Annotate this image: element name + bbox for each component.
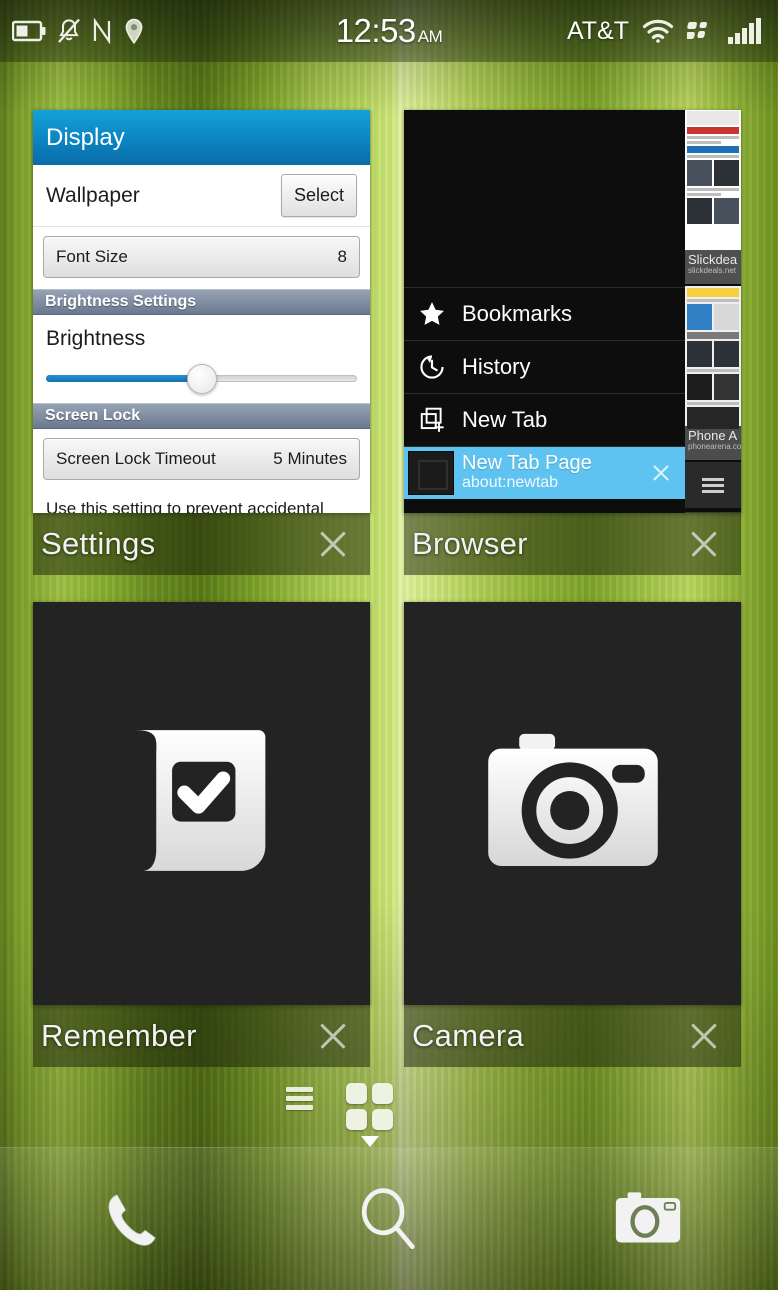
font-size-label: Font Size: [56, 247, 128, 266]
brightness-label: Brightness: [46, 327, 146, 350]
settings-header-title: Display: [46, 123, 125, 151]
browser-strip-menu-button[interactable]: [685, 462, 741, 510]
font-size-value: 8: [337, 247, 347, 266]
thumbnail-caption: Phone A phonearena.com: [685, 426, 741, 460]
brightness-section-label: Brightness Settings: [45, 293, 197, 310]
new-tab-icon: [418, 406, 446, 434]
active-frame-camera[interactable]: Camera: [404, 602, 741, 1067]
camera-frame-preview[interactable]: [404, 602, 741, 1005]
thumbnail-subtitle: phonearena.com: [688, 441, 741, 451]
status-bar: 12:53 AM AT&T: [0, 0, 778, 62]
clock-ampm: AM: [417, 27, 443, 46]
browser-menu-item-new-tab[interactable]: New Tab: [404, 394, 685, 447]
signal-bars-icon: [728, 18, 762, 44]
browser-menu-panel: Bookmarks History New Tab New Tab Page a…: [404, 110, 685, 513]
thumbnail-title: Slickdea: [688, 252, 738, 267]
history-icon: [418, 353, 446, 381]
browser-menu-label: History: [462, 354, 531, 379]
thumbnail-caption: Slickdea slickdeals.net: [685, 250, 741, 284]
active-frame-remember[interactable]: Remember: [33, 602, 370, 1067]
mute-bell-icon: [57, 18, 81, 44]
screen-lock-help-text: Use this setting to prevent accidental t…: [46, 499, 324, 513]
browser-menu-item-history[interactable]: History: [404, 341, 685, 394]
browser-blank-area: [404, 110, 685, 288]
camera-icon: [482, 729, 664, 879]
wallpaper-label: Wallpaper: [46, 183, 140, 207]
remember-frame-preview[interactable]: [33, 602, 370, 1005]
battery-icon: [12, 20, 46, 42]
tab-thumbnail: [408, 451, 454, 495]
pager-active-frames-icon[interactable]: [346, 1083, 393, 1147]
search-icon: [354, 1184, 424, 1254]
browser-menu-label: New Tab: [462, 407, 548, 432]
close-camera-frame-button[interactable]: [687, 1019, 721, 1053]
phone-icon: [97, 1186, 163, 1252]
wifi-icon: [642, 19, 674, 43]
settings-frame-title: Settings: [41, 526, 156, 561]
select-wallpaper-button[interactable]: Select: [280, 174, 357, 217]
star-icon: [418, 300, 446, 328]
camera-frame-title: Camera: [412, 1018, 525, 1053]
settings-content: Wallpaper Select Font Size 8 Brightness …: [33, 165, 370, 513]
font-size-field[interactable]: Font Size 8: [43, 236, 360, 278]
brightness-section-header: Brightness Settings: [33, 289, 370, 315]
settings-frame-preview[interactable]: Display Wallpaper Select Font Size 8 Bri…: [33, 110, 370, 513]
remember-frame-label-bar: Remember: [33, 1005, 370, 1067]
thumbnail-subtitle: slickdeals.net: [688, 265, 737, 275]
dock-phone-button[interactable]: [70, 1164, 190, 1274]
screen-lock-label: Screen Lock Timeout: [56, 449, 216, 468]
settings-header: Display: [33, 110, 370, 165]
browser-menu-label: Bookmarks: [462, 301, 573, 326]
brightness-slider[interactable]: [46, 351, 357, 403]
slider-fill: [46, 375, 202, 382]
clock-time: 12:53: [335, 12, 417, 49]
browser-active-tab-row[interactable]: New Tab Page about:newtab: [404, 447, 685, 499]
browser-thumbnail-phonearena[interactable]: Phone A phonearena.com: [685, 286, 741, 462]
screen-lock-section-label: Screen Lock: [45, 407, 141, 424]
browser-frame-title: Browser: [412, 526, 528, 561]
close-settings-frame-button[interactable]: [316, 527, 350, 561]
close-remember-frame-button[interactable]: [316, 1019, 350, 1053]
browser-frame-label-bar: Browser: [404, 513, 741, 575]
status-bar-right-icons: AT&T: [567, 17, 778, 46]
browser-menu-item-bookmarks[interactable]: Bookmarks: [404, 288, 685, 341]
blackberry-logo-icon: [687, 19, 715, 43]
dock-camera-button[interactable]: [588, 1164, 708, 1274]
active-tab-title: New Tab Page: [462, 452, 592, 475]
remember-frame-title: Remember: [41, 1018, 197, 1053]
close-browser-frame-button[interactable]: [687, 527, 721, 561]
remember-checkmark-icon: [114, 716, 290, 892]
thumbnail-title: Phone A: [688, 428, 738, 443]
bottom-dock: [0, 1147, 778, 1290]
camera-frame-label-bar: Camera: [404, 1005, 741, 1067]
dock-search-button[interactable]: [329, 1164, 449, 1274]
close-tab-button[interactable]: [651, 463, 671, 483]
browser-thumbnail-slickdeals[interactable]: Slickdea slickdeals.net: [685, 110, 741, 286]
location-pin-icon: [123, 18, 145, 45]
pager-messages-icon[interactable]: [286, 1083, 313, 1114]
browser-strip-filler: [685, 510, 741, 512]
camera-icon: [614, 1189, 682, 1249]
browser-frame-preview[interactable]: Bookmarks History New Tab New Tab Page a…: [404, 110, 741, 513]
active-frames-grid: Display Wallpaper Select Font Size 8 Bri…: [0, 62, 778, 1072]
slider-knob[interactable]: [186, 364, 217, 394]
browser-thumbnail-strip[interactable]: Slickdea slickdeals.net Phone A phoneare…: [685, 110, 741, 513]
status-bar-left-icons: [0, 18, 145, 45]
active-frames-grid-icon: [346, 1083, 393, 1130]
nfc-icon: [92, 18, 112, 44]
settings-frame-label-bar: Settings: [33, 513, 370, 575]
page-indicator: [0, 1083, 778, 1147]
screen-lock-timeout-field[interactable]: Screen Lock Timeout 5 Minutes: [43, 438, 360, 480]
screen-lock-section-header: Screen Lock: [33, 403, 370, 429]
screen-lock-value: 5 Minutes: [273, 449, 347, 468]
active-frame-browser[interactable]: Bookmarks History New Tab New Tab Page a…: [404, 110, 741, 575]
carrier-label: AT&T: [566, 16, 629, 45]
active-tab-url: about:newtab: [462, 474, 559, 492]
active-frame-settings[interactable]: Display Wallpaper Select Font Size 8 Bri…: [33, 110, 370, 575]
hamburger-icon: [702, 475, 724, 496]
wallpaper-row[interactable]: Wallpaper Select: [33, 165, 370, 227]
